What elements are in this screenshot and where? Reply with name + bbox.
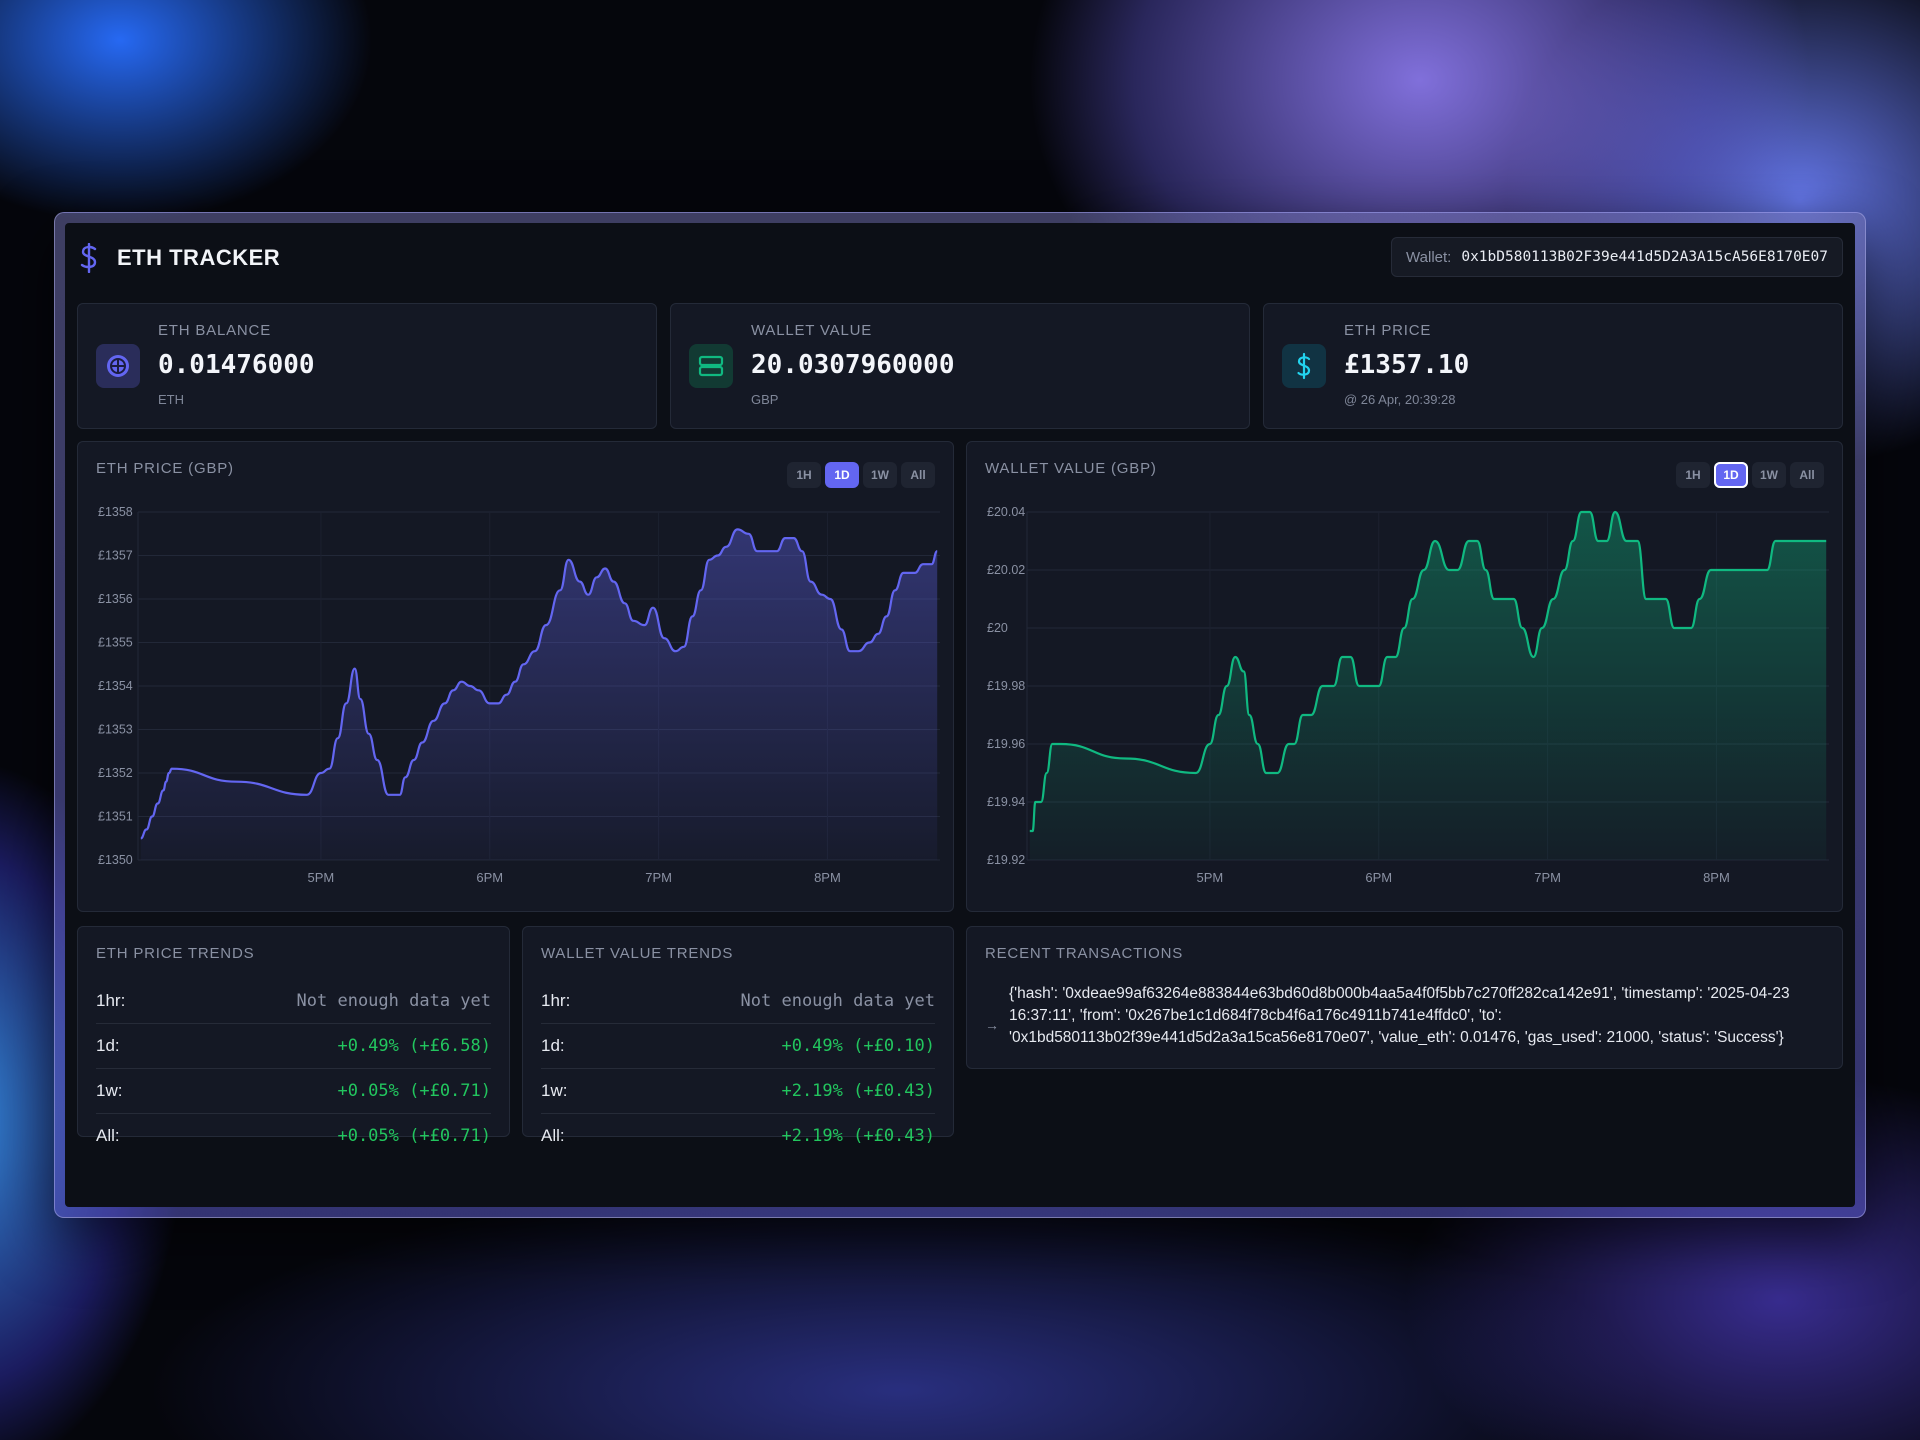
range-button-1d[interactable]: 1D: [1714, 462, 1748, 488]
trend-value: +0.05% (+£0.71): [337, 1081, 491, 1101]
trend-period: 1w:: [96, 1081, 123, 1100]
wallet-address[interactable]: 0x1bD580113B02F39e441d5D2A3A15cA56E8170E…: [1461, 249, 1828, 265]
x-tick-label: 6PM: [476, 870, 503, 885]
range-selector: 1H 1D 1W All: [787, 462, 935, 488]
eth-price-value: £1357.10: [1344, 350, 1470, 380]
wallet-label: Wallet:: [1406, 248, 1452, 266]
trend-row: 1d: +0.49% (+£6.58): [96, 1024, 491, 1069]
trend-row: All: +2.19% (+£0.43): [541, 1114, 935, 1158]
y-tick-label: £1354: [98, 679, 133, 693]
y-tick-label: £19.92: [987, 853, 1025, 867]
trends-title: ETH PRICE TRENDS: [96, 945, 255, 962]
range-button-1h[interactable]: 1H: [787, 462, 821, 488]
header: ETH TRACKER Wallet: 0x1bD580113B02F39e44…: [65, 223, 1855, 293]
eth-price-trends-card: ETH PRICE TRENDS 1hr: Not enough data yet…: [77, 926, 510, 1146]
y-tick-label: £1355: [98, 636, 133, 650]
trend-value: Not enough data yet: [296, 991, 491, 1011]
range-button-all[interactable]: All: [1790, 462, 1824, 488]
stat-label: ETH BALANCE: [158, 322, 271, 339]
dollar-logo-icon: [80, 243, 97, 273]
y-tick-label: £20.02: [987, 563, 1025, 577]
trend-row: 1hr: Not enough data yet: [96, 979, 491, 1024]
eth-tracker-app: ETH TRACKER Wallet: 0x1bD580113B02F39e44…: [65, 223, 1855, 1207]
wallet-value-card: WALLET VALUE 20.0307960000 GBP: [670, 303, 1250, 429]
trend-value: +0.49% (+£6.58): [337, 1036, 491, 1056]
eth-price-chart: £1358 £1357 £1356 £1355 £1354 £1353 £1352 £1351…: [98, 505, 940, 885]
x-tick-label: 7PM: [1534, 870, 1561, 885]
trend-period: 1hr:: [541, 991, 571, 1010]
x-tick-label: 8PM: [814, 870, 841, 885]
recent-transactions-card: RECENT TRANSACTIONS → {'hash': '0xdeae99…: [966, 926, 1843, 1069]
wallet-address-box[interactable]: Wallet: 0x1bD580113B02F39e441d5D2A3A15cA…: [1391, 237, 1843, 277]
wallet-icon: [689, 344, 733, 388]
trend-period: All:: [96, 1126, 120, 1145]
eth-balance-card: ETH BALANCE 0.01476000 ETH: [77, 303, 657, 429]
eth-coin-icon: [96, 344, 140, 388]
range-button-1d[interactable]: 1D: [825, 462, 859, 488]
y-tick-label: £1357: [98, 549, 133, 563]
wallet-value-trends-card: WALLET VALUE TRENDS 1hr: Not enough data …: [522, 926, 954, 1146]
range-button-all[interactable]: All: [901, 462, 935, 488]
y-tick-label: £1350: [98, 853, 133, 867]
trend-row: 1hr: Not enough data yet: [541, 979, 935, 1024]
y-tick-label: £1356: [98, 592, 133, 606]
y-tick-label: £1353: [98, 723, 133, 737]
eth-balance-value: 0.01476000: [158, 350, 315, 380]
chart-title: WALLET VALUE (GBP): [985, 460, 1157, 477]
y-tick-label: £1352: [98, 766, 133, 780]
x-tick-label: 8PM: [1703, 870, 1730, 885]
range-button-1w[interactable]: 1W: [863, 462, 897, 488]
eth-price-chart-card: £1358 £1357 £1356 £1355 £1354 £1353 £1352 £1351…: [77, 441, 954, 912]
trend-period: 1w:: [541, 1081, 568, 1100]
y-tick-label: £1358: [98, 505, 133, 519]
app-window: ETH TRACKER Wallet: 0x1bD580113B02F39e44…: [54, 212, 1866, 1218]
trend-value: +0.49% (+£0.10): [781, 1036, 935, 1056]
wallet-value-chart: £20.04 £20.02 £20 £19.98 £19.96 £19.94 £19.92 5…: [987, 505, 1829, 885]
trend-value: +0.05% (+£0.71): [337, 1126, 491, 1146]
wallet-value-chart-card: £20.04 £20.02 £20 £19.98 £19.96 £19.94 £19.92 5…: [966, 441, 1843, 912]
stat-label: ETH PRICE: [1344, 322, 1432, 339]
trend-row: 1w: +2.19% (+£0.43): [541, 1069, 935, 1114]
price-timestamp: @ 26 Apr, 20:39:28: [1344, 392, 1456, 407]
y-tick-label: £19.96: [987, 737, 1025, 751]
y-tick-label: £19.98: [987, 679, 1025, 693]
range-button-1w[interactable]: 1W: [1752, 462, 1786, 488]
dollar-icon: [1282, 344, 1326, 388]
y-tick-label: £19.94: [987, 795, 1025, 809]
x-tick-label: 5PM: [308, 870, 335, 885]
series-area: [140, 529, 938, 860]
stat-label: WALLET VALUE: [751, 322, 873, 339]
wallet-value-value: 20.0307960000: [751, 350, 955, 380]
range-selector: 1H 1D 1W All: [1676, 462, 1824, 488]
x-tick-label: 5PM: [1197, 870, 1224, 885]
eth-price-card: ETH PRICE £1357.10 @ 26 Apr, 20:39:28: [1263, 303, 1843, 429]
trend-row: 1d: +0.49% (+£0.10): [541, 1024, 935, 1069]
stat-unit: GBP: [751, 392, 779, 407]
trend-period: 1d:: [96, 1036, 120, 1055]
trends-title: WALLET VALUE TRENDS: [541, 945, 734, 962]
arrow-right-icon: →: [985, 1017, 999, 1033]
range-button-1h[interactable]: 1H: [1676, 462, 1710, 488]
x-tick-label: 7PM: [645, 870, 672, 885]
trend-value: Not enough data yet: [740, 991, 935, 1011]
trend-period: 1hr:: [96, 991, 126, 1010]
transaction-item[interactable]: {'hash': '0xdeae99af63264e883844e63bd60d…: [1009, 983, 1802, 1049]
trends-list: 1hr: Not enough data yet 1d: +0.49% (+£6.5…: [96, 979, 491, 1158]
transactions-title: RECENT TRANSACTIONS: [985, 945, 1184, 962]
x-tick-label: 6PM: [1365, 870, 1392, 885]
trend-value: +2.19% (+£0.43): [781, 1126, 935, 1146]
trend-row: 1w: +0.05% (+£0.71): [96, 1069, 491, 1114]
stat-unit: ETH: [158, 392, 184, 407]
y-tick-label: £1351: [98, 810, 133, 824]
trend-period: 1d:: [541, 1036, 565, 1055]
y-tick-label: £20.04: [987, 505, 1025, 519]
trend-value: +2.19% (+£0.43): [781, 1081, 935, 1101]
trends-list: 1hr: Not enough data yet 1d: +0.49% (+£0.1…: [541, 979, 935, 1158]
trend-row: All: +0.05% (+£0.71): [96, 1114, 491, 1158]
chart-title: ETH PRICE (GBP): [96, 460, 234, 477]
app-title: ETH TRACKER: [117, 245, 281, 270]
y-tick-label: £20: [987, 621, 1008, 635]
trend-period: All:: [541, 1126, 565, 1145]
